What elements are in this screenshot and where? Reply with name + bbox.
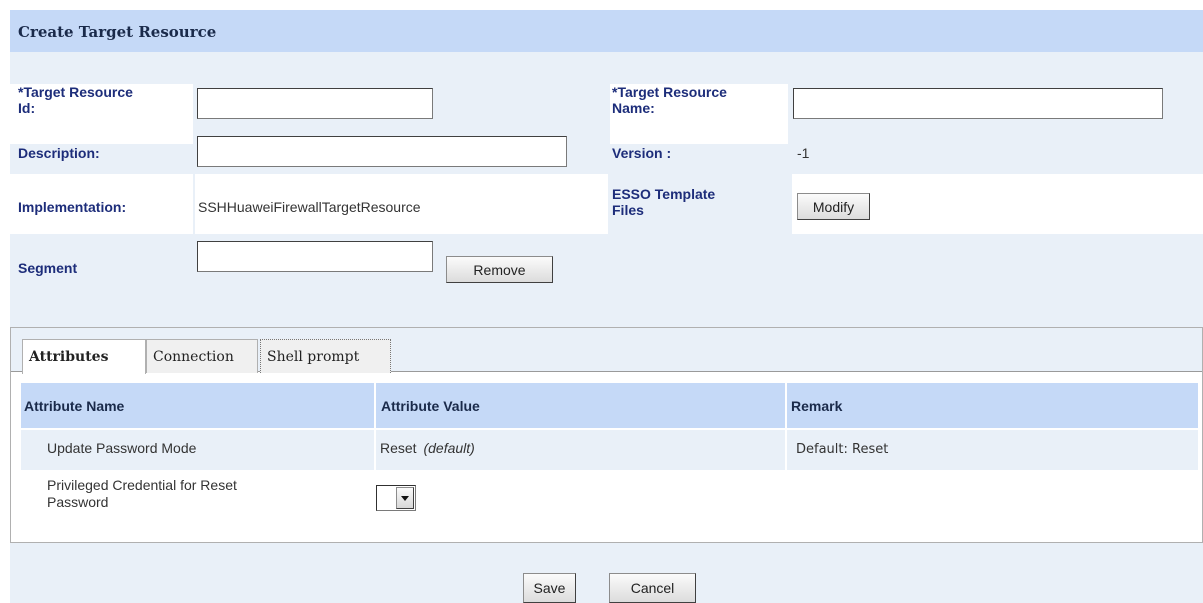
segment-label: Segment xyxy=(18,260,78,276)
column-divider xyxy=(374,383,376,528)
esso-template-files-label-line2: Files xyxy=(612,202,644,218)
tab-attributes[interactable]: Attributes xyxy=(22,339,146,374)
attribute-name-cell: Privileged Credential for Reset Password xyxy=(47,477,237,511)
attribute-value-cell: Reset (default) xyxy=(380,440,475,456)
privileged-credential-select[interactable] xyxy=(376,485,416,511)
tab-strip: Attributes Connection Shell prompt xyxy=(11,328,1202,374)
attributes-table-header: Attribute Name Attribute Value Remark xyxy=(21,383,1198,428)
target-resource-name-label-line1: *Target Resource xyxy=(612,84,727,100)
target-resource-name-label-line2: Name: xyxy=(612,100,655,116)
attribute-name-line1: Privileged Credential for Reset xyxy=(47,477,237,493)
target-resource-name-label: *Target Resource Name: xyxy=(612,84,727,116)
remove-button[interactable]: Remove xyxy=(446,256,553,283)
remark-cell: Default: Reset xyxy=(796,442,889,457)
table-row: Privileged Credential for Reset Password xyxy=(21,471,1198,527)
target-resource-name-input[interactable] xyxy=(793,88,1163,119)
column-header-attribute-value: Attribute Value xyxy=(381,398,480,414)
attribute-value-default-note: (default) xyxy=(423,440,475,456)
target-resource-id-label-line2: Id: xyxy=(18,100,36,116)
chevron-down-icon[interactable] xyxy=(396,487,414,509)
tab-connection[interactable]: Connection xyxy=(146,339,258,373)
version-label: Version : xyxy=(612,145,672,161)
column-divider xyxy=(785,383,787,528)
esso-template-files-label-line1: ESSO Template xyxy=(612,186,716,202)
row-divider xyxy=(21,428,1198,430)
column-header-remark: Remark xyxy=(791,398,843,414)
implementation-label: Implementation: xyxy=(18,199,127,215)
target-resource-id-label-line1: *Target Resource xyxy=(18,84,133,100)
version-value: -1 xyxy=(797,145,810,161)
tabs-container: Attributes Connection Shell prompt Attri… xyxy=(10,327,1203,543)
implementation-value: SSHHuaweiFirewallTargetResource xyxy=(198,199,421,215)
page-title: Create Target Resource xyxy=(10,10,1203,52)
attribute-name-line2: Password xyxy=(47,494,109,510)
modify-button[interactable]: Modify xyxy=(797,193,870,220)
cancel-button[interactable]: Cancel xyxy=(609,573,696,603)
description-input[interactable] xyxy=(197,136,567,167)
attribute-name-cell: Update Password Mode xyxy=(47,440,197,456)
description-label: Description: xyxy=(18,145,100,161)
target-resource-id-label: *Target Resource Id: xyxy=(18,84,133,116)
create-target-resource-panel: Create Target Resource *Target Resource … xyxy=(10,10,1203,603)
save-button[interactable]: Save xyxy=(523,573,576,603)
tab-shell-prompt[interactable]: Shell prompt xyxy=(260,339,391,373)
attribute-value-text: Reset xyxy=(380,440,417,456)
segment-input[interactable] xyxy=(197,241,433,272)
column-header-attribute-name: Attribute Name xyxy=(24,398,125,414)
table-row: Update Password Mode Reset (default) Def… xyxy=(21,430,1198,470)
esso-template-files-label: ESSO Template Files xyxy=(612,186,715,218)
target-resource-id-input[interactable] xyxy=(197,88,433,119)
